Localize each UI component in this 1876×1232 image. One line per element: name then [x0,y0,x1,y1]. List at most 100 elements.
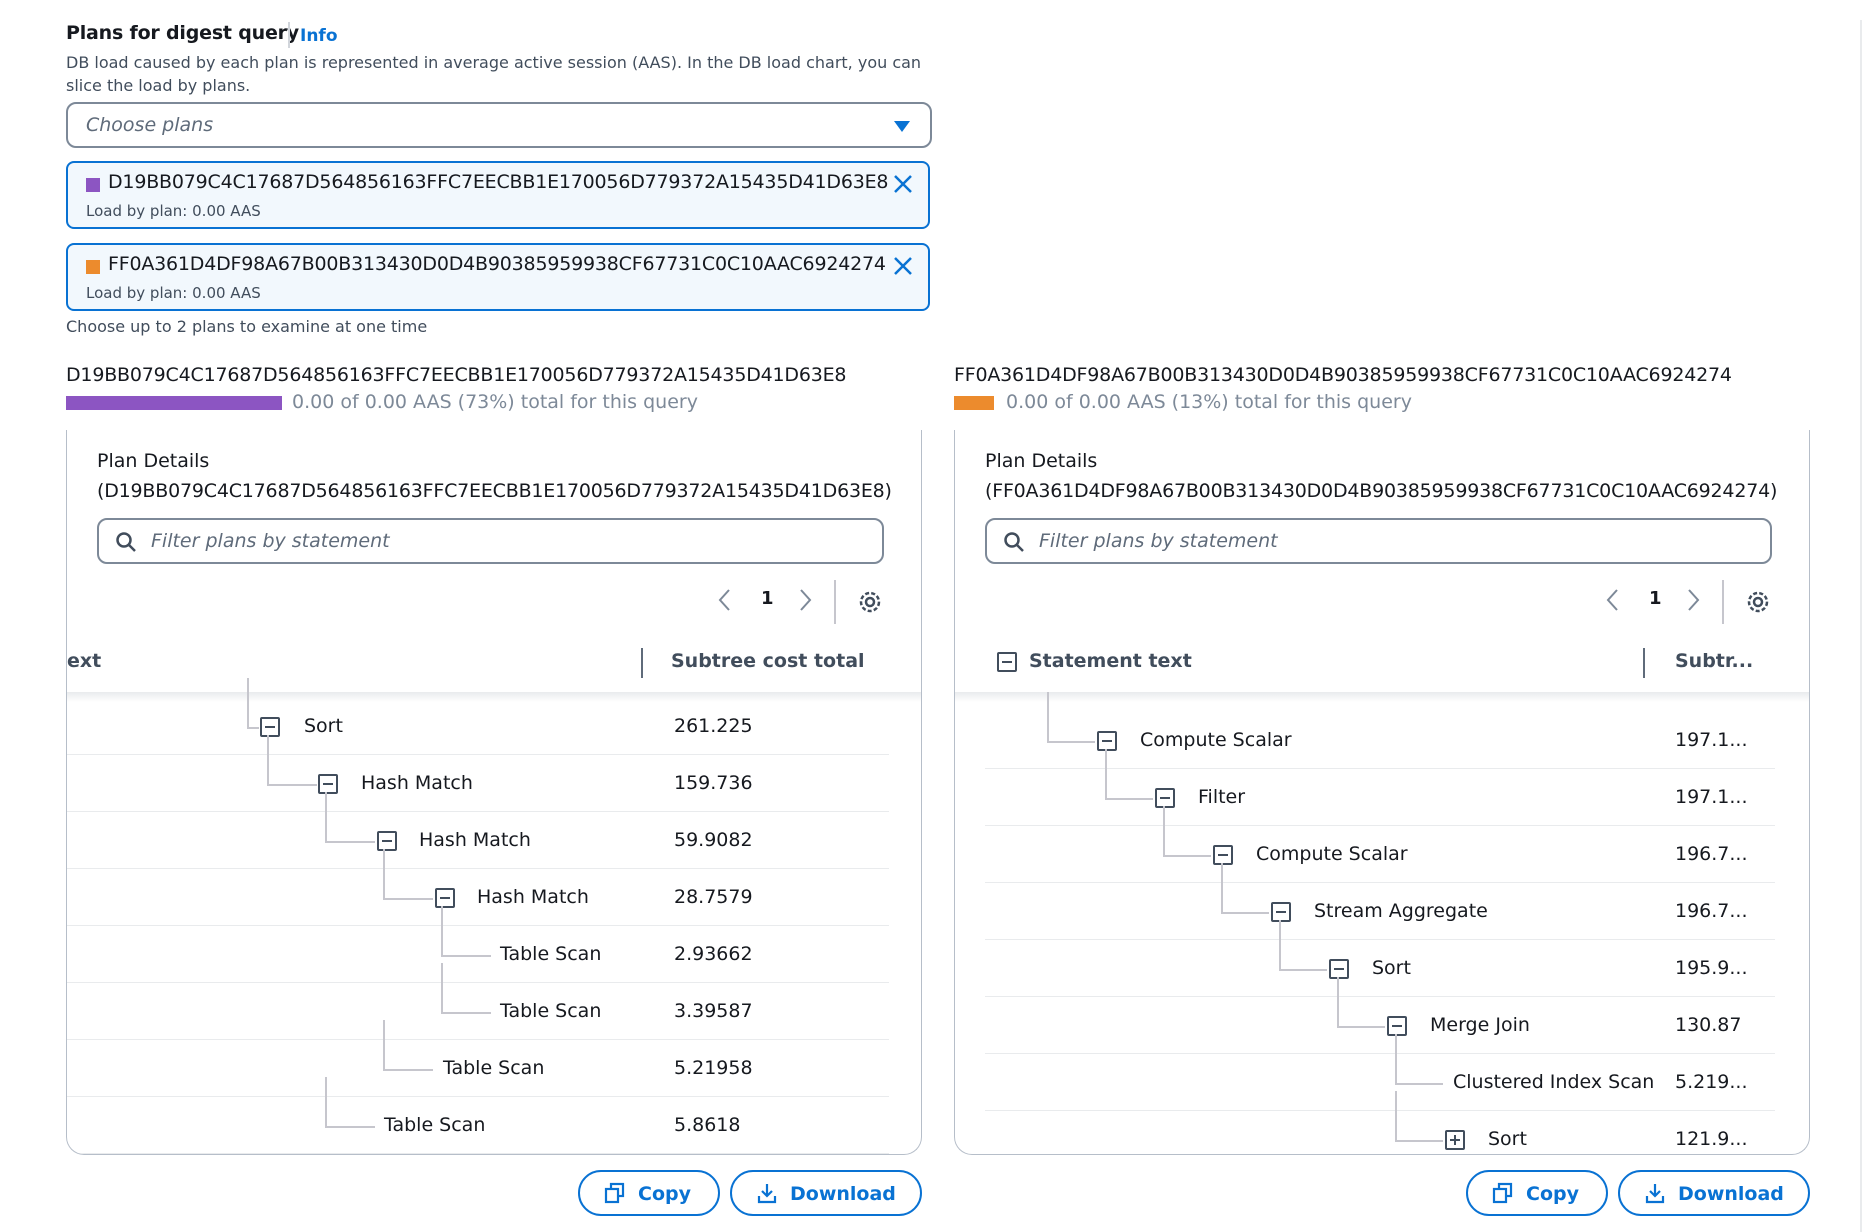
plan-details-panel: Plan Details (FF0A361D4DF98A67B00B313430… [954,430,1810,1155]
tree-connector [247,678,249,728]
tree-connector [1395,1083,1443,1085]
column-header-cost[interactable]: Subtree cost total [671,650,865,672]
collapse-toggle[interactable] [1329,959,1349,979]
row-divider [985,1110,1775,1111]
collapse-toggle[interactable] [1213,845,1233,865]
page-number[interactable]: 1 [1649,588,1662,609]
tree-connector [1279,920,1281,970]
remove-token-icon[interactable] [890,171,916,197]
expand-toggle[interactable] [1445,1130,1465,1150]
collapse-toggle[interactable] [318,774,338,794]
plan-node-cost: 121.9... [1675,1128,1748,1150]
plan-node-cost: 130.87 [1675,1014,1742,1036]
copy-button[interactable]: Copy [578,1170,720,1216]
filter-plans-input[interactable]: Filter plans by statement [985,518,1772,564]
collapse-all-toggle[interactable] [997,652,1017,672]
select-placeholder: Choose plans [86,114,214,136]
plan-node-cost: 5.21958 [674,1057,753,1079]
column-header-statement[interactable]: ext [67,650,101,672]
tree-connector [1395,1091,1397,1141]
tree-connector [1105,798,1153,800]
title-divider [288,22,290,48]
row-divider [985,939,1775,940]
plan-node-name: Sort [304,715,343,737]
plan-node-cost: 5.8618 [674,1114,741,1136]
tree-connector [383,898,433,900]
plan-node-cost: 195.9... [1675,957,1748,979]
tree-connector [325,792,327,842]
plan-node-cost: 5.219... [1675,1071,1748,1093]
tree-connector [1163,806,1165,856]
row-divider [67,925,889,926]
plan-node-cost: 3.39587 [674,1000,753,1022]
tree-connector [1337,977,1339,1027]
collapse-toggle[interactable] [1271,902,1291,922]
collapse-toggle[interactable] [435,888,455,908]
remove-token-icon[interactable] [890,253,916,279]
plan-node-name: Table Scan [443,1057,545,1079]
collapse-toggle[interactable] [260,717,280,737]
download-button[interactable]: Download [1618,1170,1810,1216]
plan-node-cost: 261.225 [674,715,753,737]
plan-share-bar [954,396,994,410]
plan-node-cost: 28.7579 [674,886,753,908]
tree-connector [441,1012,491,1014]
copy-icon [1492,1182,1513,1204]
pager-divider [834,580,836,624]
collapse-toggle[interactable] [1097,731,1117,751]
tree-connector [383,1020,385,1070]
download-button[interactable]: Download [730,1170,922,1216]
plan-node-name: Filter [1198,786,1246,808]
copy-icon [604,1182,625,1204]
header-shadow [955,692,1809,702]
row-divider [67,868,889,869]
chevron-left-icon[interactable] [1603,586,1623,614]
plan-details-title: Plan Details [985,450,1098,472]
tree-connector [1047,741,1095,743]
choose-plans-select[interactable]: Choose plans [66,102,932,148]
plan-token: FF0A361D4DF98A67B00B313430D0D4B903859599… [66,243,930,311]
page-number[interactable]: 1 [761,588,774,609]
copy-label: Copy [638,1183,691,1205]
plan-details-title: Plan Details [97,450,210,472]
row-divider [985,768,1775,769]
filter-plans-input[interactable]: Filter plans by statement [97,518,884,564]
plan-token-id: FF0A361D4DF98A67B00B313430D0D4B903859599… [108,253,886,275]
collapse-toggle[interactable] [1155,788,1175,808]
plan-node-name: Compute Scalar [1256,843,1408,865]
tree-connector [1221,863,1223,913]
column-resizer[interactable] [1643,648,1645,678]
row-divider [985,1053,1775,1054]
chevron-right-icon[interactable] [795,586,815,614]
plan-node-cost: 196.7... [1675,900,1748,922]
chevron-left-icon[interactable] [715,586,735,614]
plan-token-load: Load by plan: 0.00 AAS [86,284,261,302]
tree-connector [441,963,443,1013]
collapse-toggle[interactable] [377,831,397,851]
plan-node-name: Hash Match [477,886,589,908]
plan-node-name: Stream Aggregate [1314,900,1488,922]
column-header-cost[interactable]: Subtr... [1675,650,1753,672]
gear-icon[interactable] [856,588,884,616]
chevron-right-icon[interactable] [1683,586,1703,614]
plan-node-name: Merge Join [1430,1014,1530,1036]
gear-icon[interactable] [1744,588,1772,616]
plan-node-cost: 159.736 [674,772,753,794]
copy-button[interactable]: Copy [1466,1170,1608,1216]
pager-divider [1722,580,1724,624]
tree-connector [267,784,317,786]
info-link[interactable]: Info [300,26,338,46]
collapse-toggle[interactable] [1387,1016,1407,1036]
column-resizer[interactable] [641,648,643,678]
tree-connector [383,1069,433,1071]
tree-connector [325,1126,375,1128]
plan-node-name: Hash Match [361,772,473,794]
page-scrollbar[interactable] [1860,20,1862,1232]
copy-label: Copy [1526,1183,1579,1205]
tree-connector [441,906,443,956]
tree-connector [441,955,491,957]
row-divider [985,882,1775,883]
tree-connector [325,841,375,843]
column-header-statement[interactable]: Statement text [1029,650,1192,672]
tree-connector [383,849,385,899]
